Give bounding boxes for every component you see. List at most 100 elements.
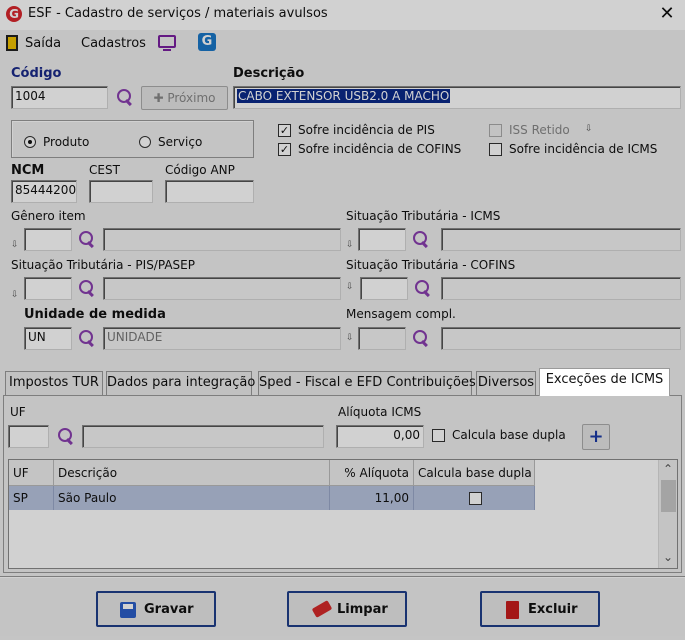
grid-header-dupla[interactable]: Calcula base dupla — [414, 460, 535, 486]
unidade-desc-input: UNIDADE — [103, 327, 341, 350]
sit-pis-down-arrow-icon: ⇩ — [11, 290, 19, 300]
codigo-input[interactable]: 1004 — [11, 86, 108, 109]
mensagem-code-input[interactable] — [358, 327, 406, 350]
unidade-search-icon[interactable] — [78, 329, 96, 347]
produto-radio[interactable] — [24, 136, 36, 148]
descricao-label: Descrição — [233, 66, 305, 81]
scroll-down-icon[interactable]: ⌄ — [663, 550, 673, 564]
sit-pis-desc-input — [103, 277, 341, 300]
grid-cell-aliquota[interactable]: 11,00 — [330, 486, 414, 510]
sit-pis-search-icon[interactable] — [78, 279, 96, 297]
floppy-save-icon — [120, 602, 136, 618]
exc-uf-desc-input — [82, 425, 324, 448]
sit-icms-search-icon[interactable] — [412, 230, 430, 248]
calcula-dupla-checkbox[interactable] — [432, 429, 445, 442]
grid-cell-descricao[interactable]: São Paulo — [54, 486, 330, 510]
iss-checkbox[interactable] — [489, 124, 502, 137]
clear-button-label: Limpar — [337, 602, 388, 617]
icms-label[interactable]: Sofre incidência de ICMS — [509, 142, 657, 156]
aliquota-label: Alíquota ICMS — [338, 405, 422, 419]
pis-label[interactable]: Sofre incidência de PIS — [298, 123, 435, 137]
tab-sped[interactable]: Sped - Fiscal e EFD Contribuições — [258, 371, 476, 395]
grid-scrollbar[interactable]: ⌃ ⌄ — [658, 460, 677, 568]
servico-radio[interactable] — [139, 136, 151, 148]
cest-label: CEST — [89, 163, 120, 177]
monitor-stand-icon — [163, 49, 171, 51]
ncm-label: NCM — [11, 163, 45, 178]
sit-cofins-search-icon[interactable] — [414, 279, 432, 297]
save-button[interactable]: Gravar — [96, 591, 216, 627]
clear-button[interactable]: Limpar — [287, 591, 407, 627]
grid-cell-uf[interactable]: SP — [9, 486, 54, 510]
tab-dados-integracao[interactable]: Dados para integração — [106, 371, 255, 395]
ncm-input[interactable]: 85444200 — [11, 180, 77, 203]
codigo-label: Código — [11, 66, 62, 81]
menu-records[interactable]: Cadastros — [81, 36, 146, 51]
grid-dupla-checkbox[interactable] — [469, 492, 482, 505]
sit-cofins-label: Situação Tributária - COFINS — [346, 258, 516, 272]
add-button[interactable]: + — [582, 424, 610, 450]
scroll-up-icon[interactable]: ⌃ — [663, 462, 673, 476]
sit-cofins-down-arrow-icon: ⇩ — [346, 282, 354, 292]
mensagem-desc-input — [441, 327, 681, 350]
cofins-label[interactable]: Sofre incidência de COFINS — [298, 142, 461, 156]
eraser-icon — [311, 600, 333, 618]
delete-button-label: Excluir — [528, 602, 578, 617]
sit-icms-code-input[interactable] — [358, 228, 406, 251]
trash-icon — [506, 601, 519, 619]
grid-header-uf[interactable]: UF — [9, 460, 54, 486]
descricao-selected-text: CABO EXTENSOR USB2.0 A MACHO — [237, 89, 451, 103]
sit-icms-desc-input — [441, 228, 681, 251]
genero-search-icon[interactable] — [78, 230, 96, 248]
anp-label: Código ANP — [165, 163, 235, 177]
tab-excecoes-icms[interactable]: Exceções de ICMS — [539, 368, 670, 396]
g-app-icon[interactable]: G — [198, 33, 216, 51]
servico-label[interactable]: Serviço — [158, 135, 202, 149]
exc-uf-label: UF — [10, 405, 26, 419]
calcula-dupla-label[interactable]: Calcula base dupla — [452, 428, 566, 442]
sit-pis-label: Situação Tributária - PIS/PASEP — [11, 258, 195, 272]
mensagem-label: Mensagem compl. — [346, 307, 456, 321]
grid-header-descricao[interactable]: Descrição — [54, 460, 330, 486]
close-icon[interactable]: ✕ — [656, 3, 678, 25]
sit-icms-label: Situação Tributária - ICMS — [346, 209, 501, 223]
scroll-thumb[interactable] — [661, 480, 676, 512]
sit-cofins-desc-input — [441, 277, 681, 300]
menu-bar: Saída Cadastros G — [0, 30, 685, 56]
floppy-label-shape — [123, 604, 133, 609]
genero-code-input[interactable] — [24, 228, 72, 251]
sit-cofins-code-input[interactable] — [360, 277, 408, 300]
cofins-checkbox[interactable]: ✓ — [278, 143, 291, 156]
produto-label[interactable]: Produto — [43, 135, 89, 149]
pis-checkbox[interactable]: ✓ — [278, 124, 291, 137]
exit-door-icon[interactable] — [6, 35, 18, 51]
tab-impostos-tur[interactable]: Impostos TUR — [5, 371, 103, 395]
descricao-input[interactable]: CABO EXTENSOR USB2.0 A MACHO — [233, 86, 681, 109]
genero-down-arrow-icon: ⇩ — [11, 240, 19, 250]
monitor-icon[interactable] — [158, 35, 176, 48]
footer-separator — [0, 576, 685, 578]
app-logo-icon: G — [6, 6, 22, 22]
exc-uf-input[interactable] — [8, 425, 49, 448]
title-bar: G ESF - Cadastro de serviços / materiais… — [0, 0, 685, 30]
tab-diversos[interactable]: Diversos — [476, 371, 536, 395]
mensagem-search-icon[interactable] — [412, 329, 430, 347]
iss-down-arrow-icon: ⇩ — [585, 124, 593, 134]
save-button-label: Gravar — [144, 602, 194, 617]
genero-desc-input — [103, 228, 341, 251]
next-button[interactable]: ✚ Próximo — [141, 86, 228, 110]
icms-checkbox[interactable] — [489, 143, 502, 156]
sit-icms-down-arrow-icon: ⇩ — [346, 240, 354, 250]
search-icon[interactable] — [116, 88, 134, 106]
sit-pis-code-input[interactable] — [24, 277, 72, 300]
grid-header-aliquota[interactable]: % Alíquota — [330, 460, 414, 486]
mensagem-down-arrow-icon: ⇩ — [346, 333, 354, 343]
anp-input[interactable] — [165, 180, 254, 203]
delete-button[interactable]: Excluir — [480, 591, 600, 627]
window-title: ESF - Cadastro de serviços / materiais a… — [28, 6, 328, 21]
cest-input[interactable] — [89, 180, 153, 203]
menu-exit[interactable]: Saída — [25, 36, 61, 51]
exc-uf-search-icon[interactable] — [57, 427, 75, 445]
aliquota-input[interactable]: 0,00 — [336, 425, 424, 448]
unidade-code-input[interactable]: UN — [24, 327, 72, 350]
